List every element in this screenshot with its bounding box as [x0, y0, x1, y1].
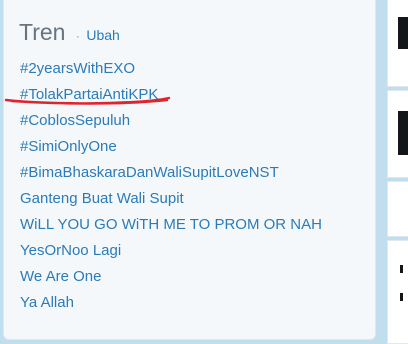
trends-list: #2yearsWithEXO #TolakPartaiAntiKPK #Cobl…	[20, 56, 322, 316]
trend-item[interactable]: YesOrNoo Lagi	[20, 238, 322, 264]
trends-title: Tren	[19, 19, 66, 45]
cropped-content	[398, 111, 408, 155]
panel-block	[387, 0, 408, 87]
trend-item[interactable]: #BimaBhaskaraDanWaliSupitLoveNST	[20, 160, 322, 186]
trend-item[interactable]: #2yearsWithEXO	[20, 56, 322, 82]
trend-item[interactable]: Ya Allah	[20, 290, 322, 316]
adjacent-panel-edge	[381, 0, 408, 344]
cropped-content	[398, 17, 408, 49]
trend-item[interactable]: Ganteng Buat Wali Supit	[20, 186, 322, 212]
separator-dot: ·	[75, 29, 80, 43]
panel-block	[387, 90, 408, 178]
trend-item[interactable]: #SimiOnlyOne	[20, 134, 322, 160]
cropped-content	[400, 265, 403, 273]
trend-item[interactable]: #TolakPartaiAntiKPK	[20, 82, 322, 108]
trend-item[interactable]: WiLL YOU GO WiTH ME TO PROM OR NAH	[20, 212, 322, 238]
panel-block	[387, 181, 408, 237]
panel-block	[387, 240, 408, 344]
trends-module: Tren · Ubah #2yearsWithEXO #TolakPartaiA…	[3, 0, 376, 340]
trend-item[interactable]: #CoblosSepuluh	[20, 108, 322, 134]
trend-item[interactable]: We Are One	[20, 264, 322, 290]
cropped-content	[400, 293, 403, 301]
trends-header: Tren · Ubah	[19, 19, 120, 46]
change-trends-link[interactable]: Ubah	[86, 27, 119, 43]
